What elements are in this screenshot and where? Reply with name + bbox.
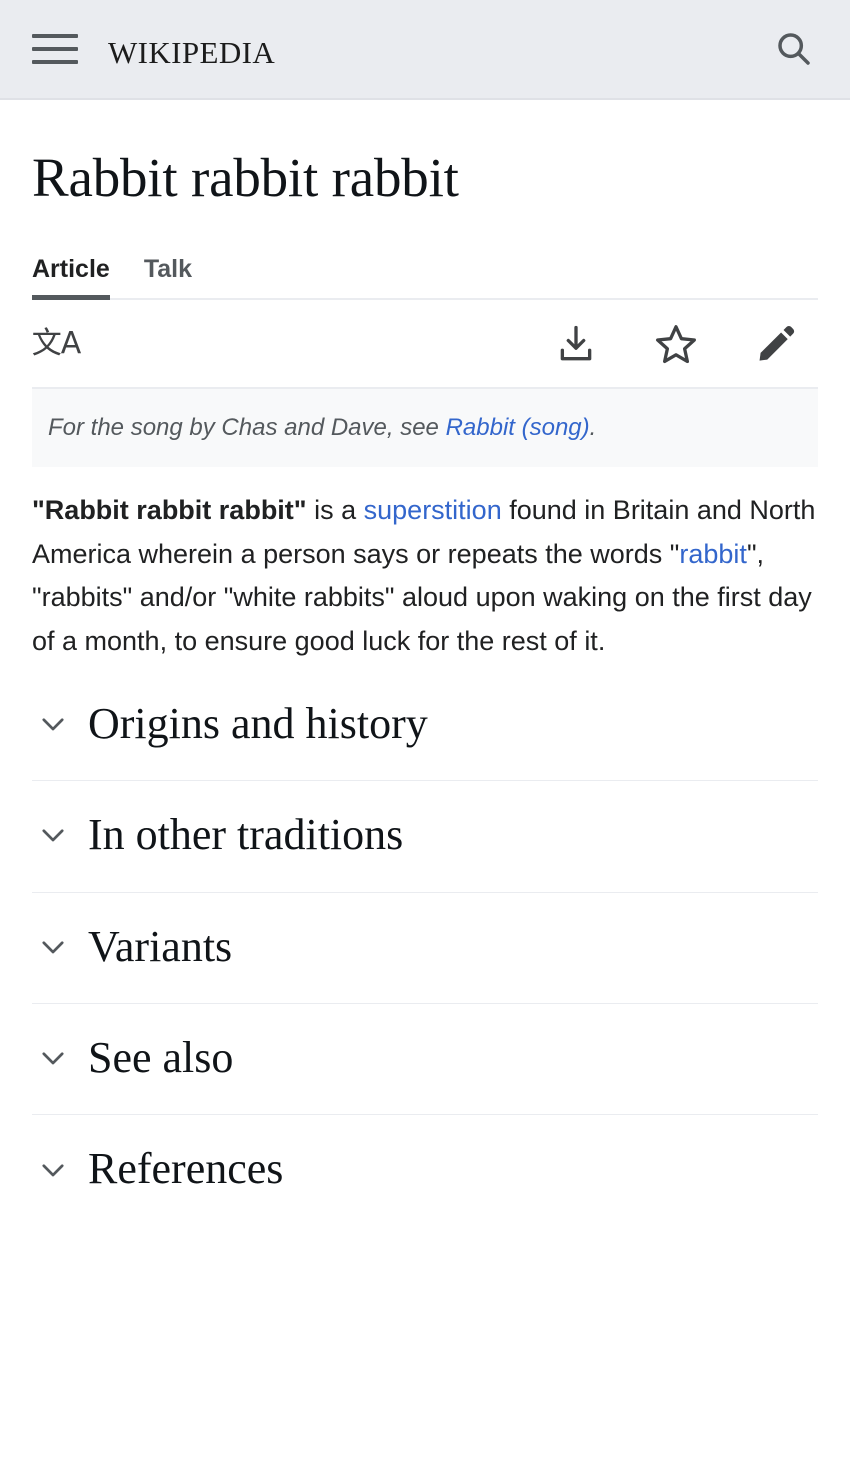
lead-paragraph: "Rabbit rabbit rabbit" is a superstition… bbox=[32, 467, 818, 670]
section-in-other-traditions: In other traditions bbox=[32, 781, 818, 893]
actions-right-group bbox=[552, 320, 818, 368]
section-header-toggle[interactable]: See also bbox=[32, 1004, 818, 1114]
hatnote-text-after: . bbox=[589, 414, 597, 442]
hamburger-line bbox=[32, 34, 78, 38]
section-title: See also bbox=[88, 1032, 234, 1082]
hatnote: For the song by Chas and Dave, see Rabbi… bbox=[32, 388, 818, 467]
page-title: Rabbit rabbit rabbit bbox=[32, 147, 459, 208]
link-rabbit[interactable]: rabbit bbox=[679, 539, 747, 569]
lead-part-1: is a bbox=[306, 494, 364, 525]
tab-article[interactable]: Article bbox=[32, 255, 110, 301]
link-superstition[interactable]: superstition bbox=[364, 495, 502, 525]
section-title: Variants bbox=[88, 921, 233, 971]
section-header-toggle[interactable]: Origins and history bbox=[32, 670, 818, 780]
section-origins-and-history: Origins and history bbox=[32, 670, 818, 782]
hatnote-link[interactable]: Rabbit (song) bbox=[446, 414, 590, 441]
chevron-down-icon bbox=[42, 941, 64, 954]
section-see-also: See also bbox=[32, 1004, 818, 1116]
wikipedia-wordmark[interactable]: Wikipedia bbox=[108, 27, 275, 71]
section-variants: Variants bbox=[32, 893, 818, 1004]
hatnote-text-before: For the song by Chas and Dave, see bbox=[48, 414, 446, 442]
section-title: References bbox=[88, 1144, 284, 1194]
language-icon[interactable]: 文A bbox=[32, 320, 82, 368]
section-header-toggle[interactable]: Variants bbox=[32, 893, 818, 1003]
hamburger-line bbox=[32, 60, 78, 64]
download-icon[interactable] bbox=[552, 320, 600, 368]
tab-talk[interactable]: Talk bbox=[144, 255, 192, 298]
pencil-icon[interactable] bbox=[752, 320, 800, 368]
section-title: In other traditions bbox=[88, 810, 404, 860]
article-tabs: Article Talk bbox=[32, 255, 818, 301]
chevron-down-icon bbox=[42, 1163, 64, 1176]
section-header-toggle[interactable]: References bbox=[32, 1115, 818, 1225]
chevron-down-icon bbox=[42, 718, 64, 731]
section-header-toggle[interactable]: In other traditions bbox=[32, 781, 818, 891]
site-header: Wikipedia bbox=[0, 0, 850, 100]
chevron-down-icon bbox=[42, 1052, 64, 1065]
search-icon[interactable] bbox=[766, 21, 822, 77]
hamburger-line bbox=[32, 47, 78, 51]
star-icon[interactable] bbox=[652, 320, 700, 368]
chevron-down-icon bbox=[42, 829, 64, 842]
article-content: Rabbit rabbit rabbit Article Talk 文A For… bbox=[0, 146, 850, 1226]
section-references: References bbox=[32, 1115, 818, 1225]
article-actions-bar: 文A bbox=[32, 300, 818, 389]
hamburger-menu-icon[interactable] bbox=[32, 29, 78, 69]
section-title: Origins and history bbox=[88, 698, 428, 748]
lead-term: "Rabbit rabbit rabbit" bbox=[32, 494, 307, 525]
